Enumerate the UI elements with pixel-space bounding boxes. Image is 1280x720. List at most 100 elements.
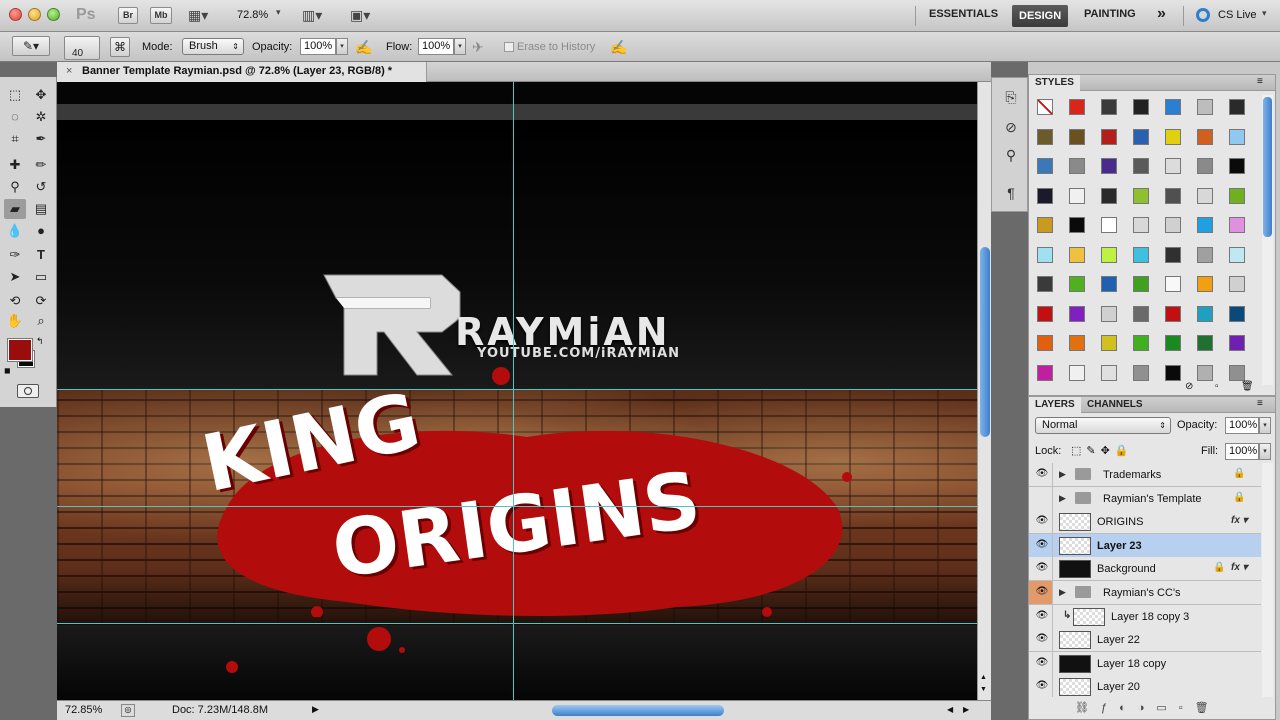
gradient-tool-icon[interactable]: ▤ [30, 199, 52, 219]
style-swatch[interactable] [1101, 276, 1117, 292]
style-swatch[interactable] [1101, 335, 1117, 351]
layer-opacity-arrow[interactable]: ▾ [1259, 417, 1271, 434]
style-swatch[interactable] [1101, 187, 1117, 204]
cs-live-button[interactable]: CS Live [1218, 9, 1257, 21]
fill-input[interactable]: 100% [1225, 443, 1259, 460]
pressure-opacity-icon[interactable]: ✍ [355, 39, 372, 56]
style-swatch[interactable] [1069, 217, 1085, 233]
status-zoom-field[interactable]: 72.85% [65, 704, 102, 716]
magic-wand-tool-icon[interactable]: ✲ [30, 107, 52, 127]
style-swatch[interactable] [1197, 246, 1213, 263]
style-swatch[interactable] [1165, 128, 1181, 145]
eraser-tool-icon[interactable]: ▰ [4, 199, 26, 219]
fill-arrow[interactable]: ▾ [1259, 443, 1271, 460]
lasso-tool-icon[interactable]: ◌ [4, 107, 26, 127]
vertical-guide[interactable] [513, 82, 514, 700]
chevron-down-icon[interactable]: ▾ [276, 7, 281, 18]
tool-preset-picker[interactable]: ✎▾ [12, 36, 50, 56]
styles-scrollbar[interactable] [1262, 95, 1273, 385]
layer-name[interactable]: Trademarks [1103, 469, 1161, 481]
layer-row[interactable]: 👁 Layer 18 copy [1029, 651, 1261, 676]
layer-name[interactable]: Layer 20 [1097, 681, 1140, 693]
layer-thumbnail[interactable] [1059, 631, 1091, 650]
style-swatch[interactable] [1101, 364, 1117, 381]
brush-panel-toggle-icon[interactable]: ⌘ [110, 37, 130, 57]
visibility-toggle[interactable]: 👁 [1029, 604, 1053, 628]
style-swatch[interactable] [1165, 187, 1181, 204]
style-swatch[interactable] [1229, 305, 1245, 322]
more-workspaces-button[interactable]: » [1157, 5, 1166, 23]
style-swatch[interactable] [1037, 158, 1053, 174]
lock-options-icons[interactable]: ⬚✎✥🔒 [1071, 444, 1134, 457]
launch-minibridge-button[interactable]: Mb [150, 7, 172, 24]
layer-name[interactable]: Raymian's CC's [1103, 587, 1181, 599]
style-swatch[interactable] [1037, 364, 1053, 381]
visibility-toggle[interactable]: 👁 [1029, 675, 1053, 697]
tab-styles[interactable]: STYLES [1029, 75, 1080, 91]
style-swatch[interactable] [1197, 187, 1213, 204]
status-zoom-icon[interactable]: ◎ [121, 704, 135, 717]
layer-thumbnail[interactable] [1059, 513, 1091, 532]
style-swatch[interactable] [1165, 276, 1181, 292]
layer-row[interactable]: 👁 Layer 22 [1029, 628, 1261, 653]
layer-thumbnail[interactable] [1059, 654, 1091, 673]
style-swatch[interactable] [1133, 158, 1149, 174]
layer-row[interactable]: ▶ Raymian's Template 🔒 [1029, 486, 1261, 511]
launch-bridge-button[interactable]: Br [118, 7, 138, 24]
style-swatch[interactable] [1037, 246, 1053, 263]
scroll-right-arrow-icon[interactable]: ▶ [963, 705, 969, 714]
close-window-button[interactable] [9, 8, 22, 21]
style-swatch[interactable] [1229, 99, 1245, 115]
move-tool-icon[interactable]: ✥ [30, 85, 52, 105]
style-swatch[interactable] [1069, 276, 1085, 292]
shape-tool-icon[interactable]: ▭ [30, 267, 52, 287]
layer-row[interactable]: 👁 ORIGINS fx ▾ [1029, 510, 1261, 535]
layer-row[interactable]: 👁 Layer 23 [1029, 533, 1261, 558]
style-swatch[interactable] [1165, 158, 1181, 174]
style-swatch[interactable] [1165, 217, 1181, 233]
document-canvas[interactable]: RAYMiAN YOUTUBE.COM/iRAYMiAN KING ORIGIN… [57, 82, 977, 700]
flow-input[interactable]: 100% [418, 38, 454, 55]
style-swatch[interactable] [1037, 128, 1053, 145]
style-swatch[interactable] [1133, 364, 1149, 381]
visibility-toggle[interactable]: 👁 [1029, 581, 1053, 604]
style-swatch[interactable] [1197, 217, 1213, 233]
brush-tool-icon[interactable]: ✏ [30, 155, 52, 175]
eyedropper-tool-icon[interactable]: ✒ [30, 129, 52, 149]
layer-thumbnail[interactable] [1059, 678, 1091, 697]
path-selection-tool-icon[interactable]: ➤ [4, 267, 26, 287]
style-swatch[interactable] [1133, 187, 1149, 204]
layer-effects-icon[interactable]: fx ▾ [1231, 562, 1248, 573]
style-swatch[interactable] [1229, 276, 1245, 292]
style-swatch[interactable] [1069, 364, 1085, 381]
style-swatch[interactable] [1165, 335, 1181, 351]
style-swatch[interactable] [1229, 217, 1245, 233]
view-extras-icon[interactable]: ▦▾ [188, 7, 208, 24]
workspace-essentials[interactable]: ESSENTIALS [929, 8, 998, 20]
style-swatch[interactable] [1069, 99, 1085, 115]
style-swatch[interactable] [1197, 158, 1213, 174]
zoom-level-display[interactable]: 72.8% [237, 9, 268, 21]
3d-orbit-tool-icon[interactable]: ⟳ [30, 291, 52, 311]
style-swatch[interactable] [1037, 335, 1053, 351]
expand-group-icon[interactable]: ▶ [1059, 587, 1066, 598]
style-swatch[interactable] [1101, 128, 1117, 145]
layer-row[interactable]: 👁 ▶ Raymian's CC's [1029, 581, 1261, 605]
style-swatch[interactable] [1197, 128, 1213, 145]
style-swatch[interactable] [1197, 276, 1213, 292]
style-swatch[interactable] [1197, 305, 1213, 322]
styles-scroll-thumb[interactable] [1263, 97, 1272, 237]
history-brush-tool-icon[interactable]: ↺ [30, 177, 52, 197]
layer-opacity-input[interactable]: 100% [1225, 417, 1259, 434]
layer-name[interactable]: Layer 18 copy [1097, 658, 1166, 670]
layer-thumbnail[interactable] [1073, 607, 1105, 626]
pen-tool-icon[interactable]: ✑ [4, 245, 26, 265]
crop-tool-icon[interactable]: ⌗ [4, 129, 26, 149]
new-style-icon[interactable]: ▫ [1215, 381, 1219, 392]
style-swatch[interactable] [1037, 276, 1053, 292]
clone-source-panel-icon[interactable]: ⚲ [1002, 146, 1020, 164]
style-swatch[interactable] [1133, 276, 1149, 292]
style-swatch[interactable] [1229, 128, 1245, 145]
zoom-tool-icon[interactable]: ⌕ [30, 311, 52, 331]
vertical-scroll-thumb[interactable] [980, 247, 990, 437]
